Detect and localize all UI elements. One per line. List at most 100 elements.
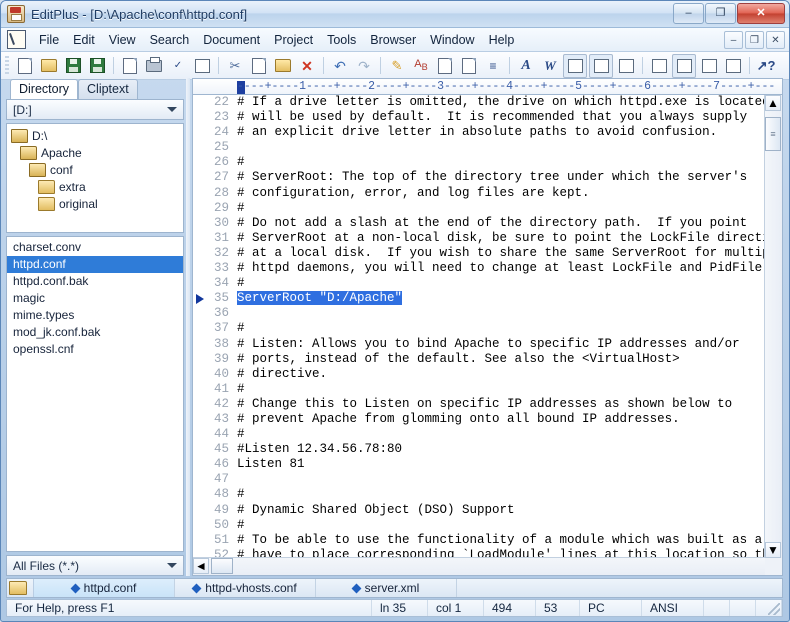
- code-line[interactable]: 40 # directive.: [193, 367, 765, 382]
- mdi-minimize-button[interactable]: –: [724, 31, 743, 49]
- code-line[interactable]: 26 #: [193, 155, 765, 170]
- spell-check-button[interactable]: ✓: [167, 55, 189, 77]
- mdi-close-button[interactable]: ✕: [766, 31, 785, 49]
- save-all-button[interactable]: [86, 55, 108, 77]
- list-item[interactable]: magic: [7, 290, 183, 307]
- redo-button[interactable]: ↷: [353, 55, 375, 77]
- code-line[interactable]: 27 # ServerRoot: The top of the directory…: [193, 170, 765, 185]
- list-item[interactable]: charset.conv: [7, 239, 183, 256]
- tree-item-root[interactable]: D:\: [11, 127, 179, 144]
- tree-item-apache[interactable]: Apache: [11, 144, 179, 161]
- horizontal-scrollbar[interactable]: ◄: [193, 557, 765, 575]
- tree-item-conf[interactable]: conf: [11, 161, 179, 178]
- code-line[interactable]: 49 # Dynamic Shared Object (DSO) Support: [193, 503, 765, 518]
- menu-item-file[interactable]: File: [32, 31, 66, 49]
- copy-lines-button[interactable]: [458, 55, 480, 77]
- minimize-button[interactable]: –: [673, 3, 704, 24]
- menu-item-view[interactable]: View: [102, 31, 143, 49]
- tab-cliptext[interactable]: Cliptext: [78, 79, 138, 99]
- tree-item-original[interactable]: original: [11, 195, 179, 212]
- file-filter-selector[interactable]: All Files (*.*): [6, 555, 184, 576]
- tabbar-folder-button[interactable]: [7, 579, 34, 597]
- scroll-down-button[interactable]: ▼: [765, 542, 781, 558]
- menu-item-tools[interactable]: Tools: [320, 31, 363, 49]
- scroll-left-button[interactable]: ◄: [193, 558, 209, 574]
- code-line[interactable]: 33 # httpd daemons, you will need to chan…: [193, 261, 765, 276]
- code-line[interactable]: 24 # an explicit drive letter in absolute…: [193, 125, 765, 140]
- print-preview-button[interactable]: [119, 55, 141, 77]
- highlight-button[interactable]: ✎: [386, 55, 408, 77]
- menu-item-search[interactable]: Search: [143, 31, 197, 49]
- column-mode-button[interactable]: [589, 53, 613, 78]
- new-file-button[interactable]: [14, 55, 36, 77]
- code-text-area[interactable]: 22 # If a drive letter is omitted, the dr…: [193, 95, 765, 558]
- menu-item-edit[interactable]: Edit: [66, 31, 102, 49]
- list-item[interactable]: httpd.conf: [7, 256, 183, 273]
- code-line[interactable]: 22 # If a drive letter is omitted, the dr…: [193, 95, 765, 110]
- menu-item-document[interactable]: Document: [196, 31, 267, 49]
- code-line[interactable]: 29 #: [193, 201, 765, 216]
- resize-grip[interactable]: [768, 603, 780, 615]
- scroll-up-button[interactable]: ▲: [765, 95, 781, 111]
- indent-button[interactable]: ≡: [482, 55, 504, 77]
- vertical-scrollbar[interactable]: ▲ ≡ ▼: [764, 95, 782, 558]
- code-line[interactable]: 41 #: [193, 382, 765, 397]
- menu-item-window[interactable]: Window: [423, 31, 481, 49]
- tab-httpd-vhosts-conf[interactable]: httpd-vhosts.conf: [175, 579, 316, 597]
- code-line[interactable]: 50 #: [193, 518, 765, 533]
- list-item[interactable]: openssl.cnf: [7, 341, 183, 358]
- save-button[interactable]: [62, 55, 84, 77]
- code-line[interactable]: 28 # configuration, error, and log files …: [193, 186, 765, 201]
- maximize-button[interactable]: ❐: [705, 3, 736, 24]
- find-button[interactable]: AB: [410, 55, 432, 77]
- mdi-restore-button[interactable]: ❐: [745, 31, 764, 49]
- word-wrap-button[interactable]: W: [539, 55, 561, 77]
- tab-server-xml[interactable]: server.xml: [316, 579, 457, 597]
- tab-directory[interactable]: Directory: [10, 79, 79, 99]
- code-line[interactable]: 31 # ServerRoot at a non-local disk, be s…: [193, 231, 765, 246]
- code-line[interactable]: 37 #: [193, 321, 765, 336]
- vertical-scroll-thumb[interactable]: ≡: [765, 117, 781, 151]
- code-line[interactable]: 47: [193, 472, 765, 487]
- open-file-button[interactable]: [38, 55, 60, 77]
- list-item[interactable]: mime.types: [7, 307, 183, 324]
- browser-preview-button[interactable]: [191, 55, 213, 77]
- list-item[interactable]: mod_jk.conf.bak: [7, 324, 183, 341]
- code-line[interactable]: 36: [193, 306, 765, 321]
- horizontal-scroll-thumb[interactable]: [211, 558, 233, 574]
- menu-item-browser[interactable]: Browser: [363, 31, 423, 49]
- code-line[interactable]: 43 # prevent Apache from glomming onto al…: [193, 412, 765, 427]
- close-button[interactable]: ✕: [737, 3, 785, 24]
- undo-button[interactable]: ↶: [329, 55, 351, 77]
- drive-selector[interactable]: [D:]: [6, 99, 184, 120]
- code-line[interactable]: 42 # Change this to Listen on specific IP…: [193, 397, 765, 412]
- list-item[interactable]: httpd.conf.bak: [7, 273, 183, 290]
- code-line[interactable]: 39 # ports, instead of the default. See a…: [193, 352, 765, 367]
- paste-button[interactable]: [272, 55, 294, 77]
- code-line[interactable]: 32 # at a local disk. If you wish to shar…: [193, 246, 765, 261]
- code-line[interactable]: 38 # Listen: Allows you to bind Apache to…: [193, 337, 765, 352]
- font-button[interactable]: A: [515, 55, 537, 77]
- document-selector-button[interactable]: [648, 55, 670, 77]
- copy-button[interactable]: [248, 55, 270, 77]
- line-numbers-button[interactable]: [563, 53, 587, 78]
- toolbar-grip[interactable]: [5, 56, 9, 75]
- clip-library-button[interactable]: [698, 55, 720, 77]
- code-line[interactable]: 34 #: [193, 276, 765, 291]
- menu-item-project[interactable]: Project: [267, 31, 320, 49]
- code-line[interactable]: 48 #: [193, 487, 765, 502]
- code-line[interactable]: 46 Listen 81: [193, 457, 765, 472]
- tab-httpd-conf[interactable]: httpd.conf: [34, 579, 175, 597]
- code-line[interactable]: 25: [193, 140, 765, 155]
- replace-button[interactable]: [434, 55, 456, 77]
- code-line[interactable]: 44 #: [193, 427, 765, 442]
- delete-button[interactable]: ✕: [296, 55, 318, 77]
- code-line[interactable]: 35 ServerRoot "D:/Apache": [193, 291, 765, 306]
- dock-splitter[interactable]: [185, 78, 191, 576]
- code-line[interactable]: 51 # To be able to use the functionality …: [193, 533, 765, 548]
- menu-item-help[interactable]: Help: [482, 31, 522, 49]
- code-line[interactable]: 30 # Do not add a slash at the end of the…: [193, 216, 765, 231]
- user-tools-button[interactable]: [615, 55, 637, 77]
- tree-item-extra[interactable]: extra: [11, 178, 179, 195]
- cut-button[interactable]: ✂: [224, 55, 246, 77]
